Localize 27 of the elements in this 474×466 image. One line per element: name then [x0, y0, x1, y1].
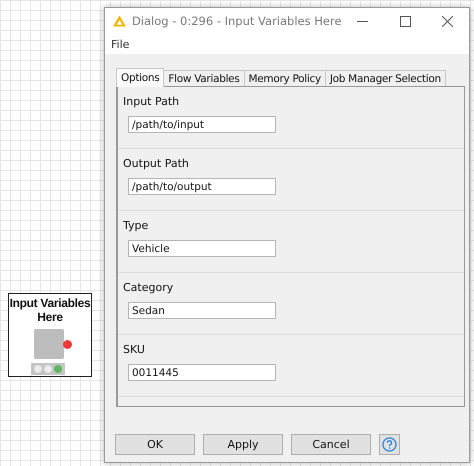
field-label: Category: [123, 281, 174, 294]
maximize-icon[interactable]: [400, 16, 411, 26]
input-field[interactable]: Sedan: [128, 302, 276, 319]
field-label: SKU: [123, 343, 146, 356]
node-box[interactable]: Input Variables Here: [8, 293, 92, 377]
help-button[interactable]: [379, 434, 400, 455]
field-label: Output Path: [123, 157, 190, 170]
minimize-icon[interactable]: [357, 20, 368, 22]
ok-button[interactable]: OK: [115, 434, 195, 455]
field-label: Type: [123, 219, 150, 232]
input-field[interactable]: /path/to/output: [128, 178, 276, 195]
tab[interactable]: Job Manager Selection: [324, 70, 446, 86]
field-label: Input Path: [123, 95, 180, 108]
warning-icon: [113, 15, 126, 27]
window-title: Dialog - 0:296 - Input Variables Here: [132, 14, 342, 28]
node-body[interactable]: [34, 329, 64, 359]
tab[interactable]: Options: [116, 68, 164, 87]
node-title: Input Variables Here: [9, 296, 91, 324]
input-field[interactable]: 0011445: [128, 364, 276, 381]
close-icon[interactable]: [442, 16, 454, 26]
input-field[interactable]: /path/to/input: [128, 116, 276, 133]
tab[interactable]: Memory Policy: [244, 70, 326, 86]
input-field[interactable]: Vehicle: [128, 240, 276, 257]
cancel-button[interactable]: Cancel: [291, 434, 371, 455]
apply-button[interactable]: Apply: [203, 434, 283, 455]
menu-item[interactable]: File: [109, 38, 132, 50]
help-icon: [382, 437, 397, 452]
